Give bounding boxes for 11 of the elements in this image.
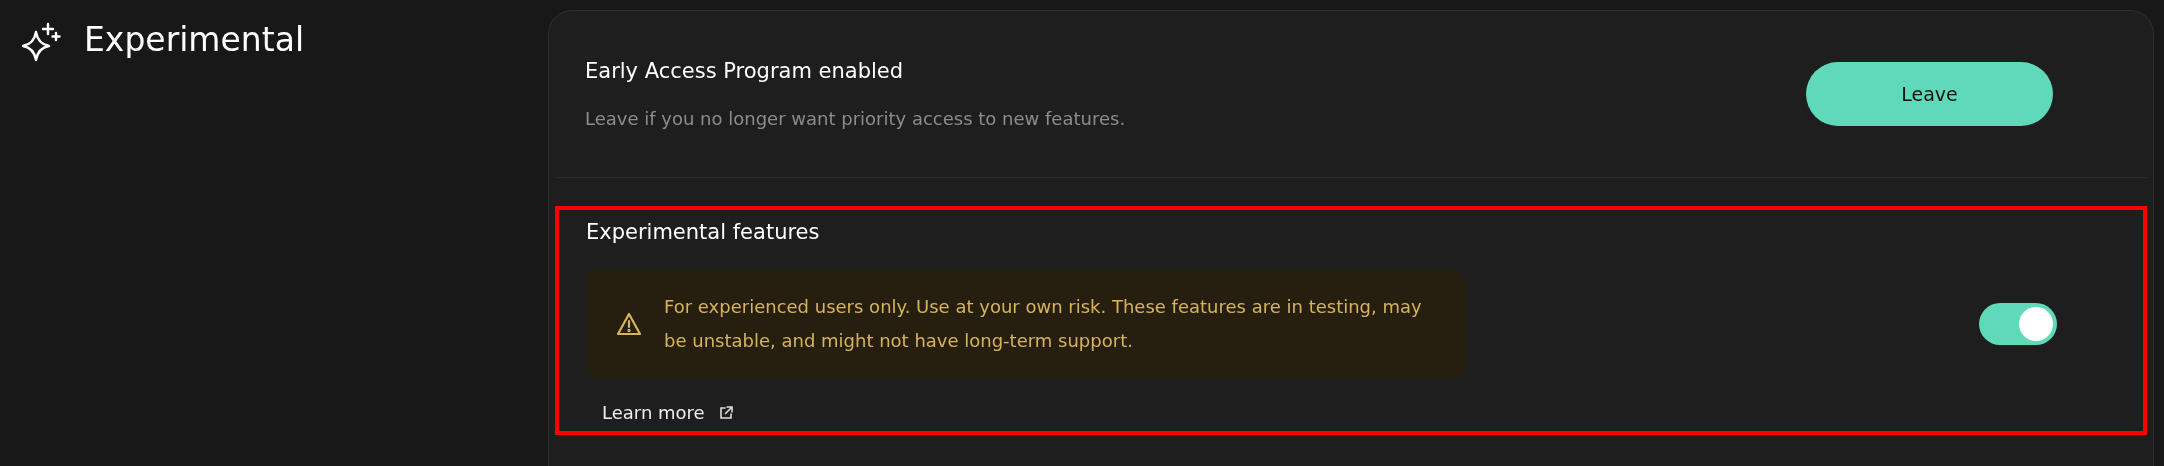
warning-text: For experienced users only. Use at your own risk. These features are in testing, may be unstable, and might not have long-term support. — [664, 295, 1423, 353]
setting-title: Early Access Program enabled — [585, 58, 905, 85]
setting-description: Leave if you no longer want priority access to new features. — [585, 107, 1126, 131]
page-title: Experimental — [84, 20, 305, 60]
section-title: Experimental features — [586, 219, 821, 246]
sparkle-icon — [20, 22, 62, 62]
learn-more-link[interactable]: Learn more — [602, 402, 733, 423]
warning-icon — [616, 312, 642, 336]
feature-toggle[interactable] — [1979, 303, 2057, 345]
leave-button[interactable]: Leave — [1806, 62, 2053, 126]
external-link-icon — [718, 405, 733, 420]
